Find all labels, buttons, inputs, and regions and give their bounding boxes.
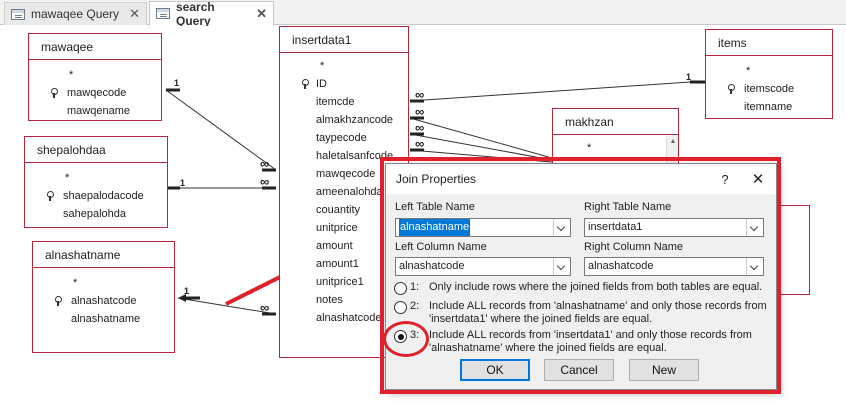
- join-option-3[interactable]: 3: Include ALL records from 'insertdata1…: [394, 329, 772, 355]
- field-item[interactable]: mawqecode: [29, 84, 161, 102]
- option-number: 1:: [410, 281, 420, 293]
- key-icon: [302, 79, 309, 89]
- left-table-label: Left Table Name: [395, 201, 475, 213]
- field-item[interactable]: sahepalohda: [25, 205, 167, 223]
- table-title[interactable]: makhzan: [553, 109, 678, 135]
- chevron-down-icon[interactable]: [553, 219, 570, 236]
- field-item[interactable]: taypecode: [280, 129, 408, 147]
- left-column-value: alnashatcode: [399, 260, 465, 272]
- one-marker: 1: [180, 178, 186, 188]
- one-marker: 1: [174, 78, 180, 88]
- join-properties-dialog[interactable]: Join Properties ? ✕ Left Table Name Righ…: [385, 163, 777, 390]
- ok-button[interactable]: OK: [460, 359, 530, 381]
- table-title[interactable]: items: [706, 30, 832, 56]
- field-all[interactable]: *: [25, 169, 167, 187]
- key-icon: [55, 296, 62, 306]
- left-table-value: alnashatname: [399, 219, 471, 236]
- join-option-1-radio[interactable]: [394, 282, 407, 295]
- join-option-2-radio[interactable]: [394, 301, 407, 314]
- right-column-label: Right Column Name: [584, 241, 684, 253]
- close-icon[interactable]: ✕: [256, 6, 267, 22]
- table-title[interactable]: alnashatname: [33, 242, 174, 268]
- field-item[interactable]: mawqename: [29, 102, 161, 120]
- join-option-1[interactable]: 1: Only include rows where the joined fi…: [394, 281, 772, 295]
- many-marker: ∞: [415, 120, 425, 135]
- right-column-value: alnashatcode: [588, 260, 654, 272]
- right-table-value: insertdata1: [588, 221, 643, 233]
- field-item[interactable]: alnashatcode: [33, 292, 174, 310]
- right-table-select[interactable]: insertdata1: [584, 218, 764, 237]
- right-column-select[interactable]: alnashatcode: [584, 257, 764, 276]
- table-title[interactable]: shepalohdaa: [25, 137, 167, 163]
- key-icon: [47, 191, 54, 201]
- chevron-down-icon[interactable]: [746, 219, 763, 236]
- table-alnashatname[interactable]: alnashatname * alnashatcode alnashatname: [32, 241, 175, 353]
- field-item[interactable]: ID: [280, 75, 408, 93]
- option-text: Include ALL records from 'alnashatname' …: [429, 300, 767, 325]
- one-marker: 1: [686, 72, 692, 82]
- one-marker: 1: [184, 286, 190, 296]
- help-icon[interactable]: ?: [710, 172, 740, 187]
- join-option-2[interactable]: 2: Include ALL records from 'alnashatnam…: [394, 300, 772, 326]
- field-item[interactable]: alnashatname: [33, 310, 174, 328]
- query-icon: [156, 8, 170, 19]
- left-column-select[interactable]: alnashatcode: [395, 257, 571, 276]
- dialog-title-bar[interactable]: Join Properties ? ✕: [386, 164, 776, 194]
- field-all[interactable]: *: [33, 274, 174, 292]
- key-icon: [728, 84, 735, 94]
- close-icon[interactable]: ✕: [740, 170, 776, 188]
- many-marker: ∞: [415, 104, 425, 119]
- document-tab-bar: mawaqee Query ✕ search Query ✕: [0, 0, 846, 28]
- many-marker: ∞: [415, 87, 425, 102]
- field-item[interactable]: itemname: [706, 98, 832, 116]
- table-title[interactable]: mawaqee: [29, 34, 161, 60]
- cancel-button[interactable]: Cancel: [544, 359, 614, 381]
- option-text: Only include rows where the joined field…: [429, 281, 763, 293]
- right-table-label: Right Table Name: [584, 201, 672, 213]
- query-icon: [11, 8, 25, 20]
- table-mawaqee[interactable]: mawaqee * mawqecode mawqename: [28, 33, 162, 121]
- chevron-down-icon[interactable]: [746, 258, 763, 275]
- chevron-down-icon[interactable]: [553, 258, 570, 275]
- option-number: 3:: [410, 329, 420, 341]
- left-column-label: Left Column Name: [395, 241, 487, 253]
- many-marker: ∞: [260, 300, 270, 315]
- dialog-title: Join Properties: [396, 172, 477, 186]
- new-button[interactable]: New: [629, 359, 699, 381]
- tab-label: search Query: [176, 0, 215, 28]
- field-item[interactable]: itemcde: [280, 93, 408, 111]
- option-number: 2:: [410, 300, 420, 312]
- join-option-3-radio[interactable]: [394, 330, 407, 343]
- tab-mawaqee-query[interactable]: mawaqee Query ✕: [4, 2, 147, 25]
- field-item[interactable]: shaepalodacode: [25, 187, 167, 205]
- table-makhzan[interactable]: makhzan * ▲: [552, 108, 679, 168]
- key-icon: [51, 88, 58, 98]
- table-title[interactable]: insertdata1: [280, 27, 408, 53]
- many-marker: ∞: [260, 156, 270, 171]
- field-all[interactable]: *: [280, 57, 408, 75]
- tab-label: mawaqee Query: [31, 7, 120, 21]
- many-marker: ∞: [415, 136, 425, 151]
- field-item[interactable]: almakhzancode: [280, 111, 408, 129]
- left-table-select[interactable]: alnashatname: [395, 218, 571, 237]
- tab-search-query[interactable]: search Query ✕: [149, 0, 274, 28]
- option-text: Include ALL records from 'insertdata1' a…: [429, 329, 752, 354]
- field-all[interactable]: *: [706, 62, 832, 80]
- table-items[interactable]: items * itemscode itemname: [705, 29, 833, 119]
- close-icon[interactable]: ✕: [129, 6, 140, 22]
- scroll-up-icon[interactable]: ▲: [669, 138, 677, 146]
- field-all[interactable]: *: [553, 139, 678, 157]
- table-shepalohdaa[interactable]: shepalohdaa * shaepalodacode sahepalohda: [24, 136, 168, 228]
- field-all[interactable]: *: [29, 66, 161, 84]
- many-marker: ∞: [260, 174, 270, 189]
- field-item[interactable]: itemscode: [706, 80, 832, 98]
